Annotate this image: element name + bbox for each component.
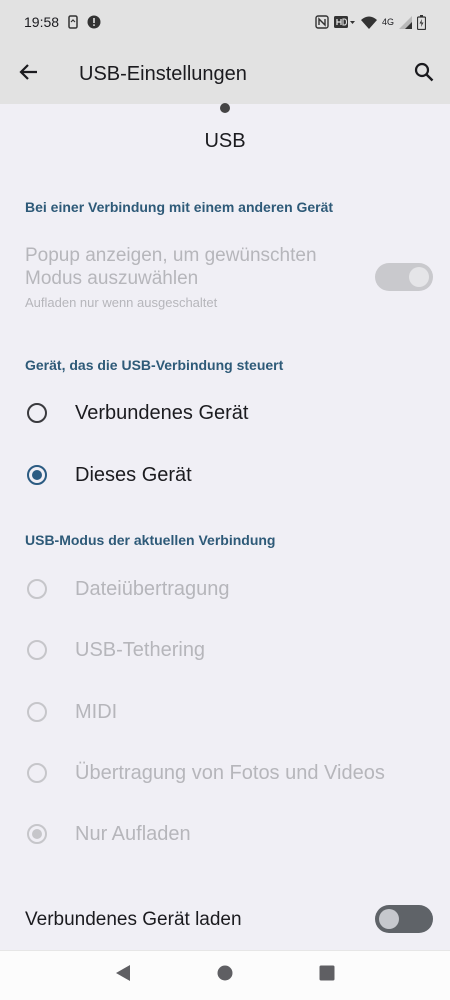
- nav-home-icon[interactable]: [217, 965, 233, 986]
- arrow-back-icon: [19, 62, 39, 87]
- battery-icon: [417, 14, 426, 30]
- popup-mode-summary: Aufladen nur wenn ausgeschaltet: [25, 295, 218, 310]
- phone-sync-icon: [67, 15, 79, 29]
- hd-icon: [333, 15, 356, 29]
- radio-label: Dieses Gerät: [75, 463, 192, 486]
- radio-button[interactable]: [27, 763, 47, 783]
- radio-label: Nur Aufladen: [75, 822, 191, 845]
- radio-button-checked[interactable]: [27, 824, 47, 844]
- charge-device-switch[interactable]: [375, 905, 433, 933]
- section-title-mode: USB-Modus der aktuellen Verbindung: [25, 532, 276, 548]
- nfc-icon: [315, 15, 329, 29]
- radio-label: Verbundenes Gerät: [75, 401, 249, 424]
- radio-option-usb-tethering[interactable]: USB-Tethering: [0, 621, 450, 679]
- status-time: 19:58: [24, 14, 60, 30]
- popup-mode-title: Popup anzeigen, um gewünschten Modus aus…: [25, 245, 317, 289]
- radio-button[interactable]: [27, 702, 47, 722]
- charge-device-title: Verbundenes Gerät laden: [25, 909, 242, 930]
- switch-knob: [379, 909, 399, 929]
- network-type-label: 4G: [381, 17, 394, 27]
- search-button[interactable]: [398, 44, 450, 104]
- radio-option-charge-only[interactable]: Nur Aufladen: [0, 805, 450, 863]
- usb-heading: USB: [204, 130, 246, 152]
- navigation-bar: [0, 950, 450, 1000]
- usb-illustration-icon: [220, 103, 230, 113]
- radio-label: Übertragung von Fotos und Videos: [75, 761, 385, 784]
- popup-mode-switch[interactable]: [375, 263, 433, 291]
- radio-label: MIDI: [75, 700, 118, 723]
- nav-back-icon[interactable]: [115, 964, 131, 987]
- radio-button[interactable]: [27, 579, 47, 599]
- status-left: 19:58: [24, 14, 101, 30]
- radio-button[interactable]: [27, 403, 47, 423]
- alert-icon: [87, 15, 101, 29]
- switch-knob: [409, 267, 429, 287]
- status-bar: 19:58 4G: [0, 0, 450, 44]
- radio-button-checked[interactable]: [27, 465, 47, 485]
- signal-icon: [399, 15, 412, 29]
- status-right: 4G: [315, 14, 426, 30]
- radio-option-photo-transfer[interactable]: Übertragung von Fotos und Videos: [0, 744, 450, 802]
- radio-button[interactable]: [27, 640, 47, 660]
- app-bar: USB-Einstellungen: [0, 44, 450, 104]
- radio-option-midi[interactable]: MIDI: [0, 683, 450, 741]
- nav-recents-icon[interactable]: [319, 965, 335, 986]
- section-title-connection: Bei einer Verbindung mit einem anderen G…: [25, 199, 334, 215]
- wifi-icon: [360, 16, 377, 29]
- radio-label: Dateiübertragung: [75, 577, 230, 600]
- radio-option-file-transfer[interactable]: Dateiübertragung: [0, 560, 450, 618]
- section-title-controller: Gerät, das die USB-Verbindung steuert: [25, 357, 284, 373]
- back-button[interactable]: [0, 44, 58, 104]
- radio-option-connected-device[interactable]: Verbundenes Gerät: [0, 384, 450, 442]
- search-icon: [414, 62, 434, 87]
- radio-option-this-device[interactable]: Dieses Gerät: [0, 446, 450, 504]
- radio-label: USB-Tethering: [75, 638, 206, 661]
- page-title: USB-Einstellungen: [79, 62, 247, 85]
